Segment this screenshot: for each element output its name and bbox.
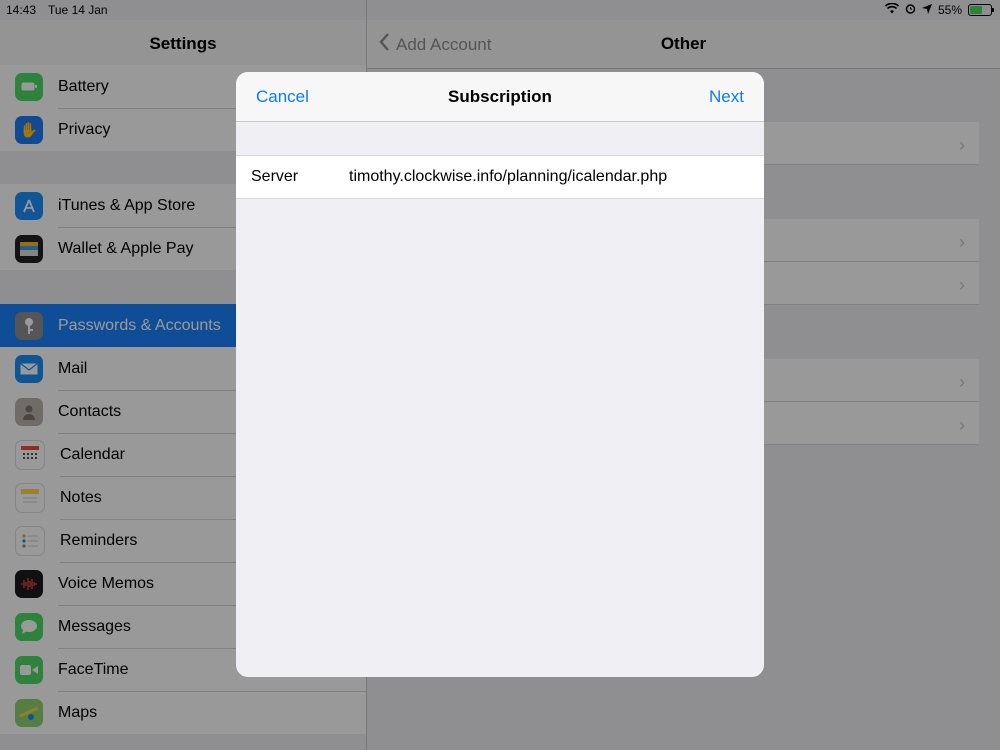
next-button[interactable]: Next <box>709 87 744 107</box>
subscription-sheet: Cancel Subscription Next Server timothy.… <box>236 72 764 677</box>
sheet-header: Cancel Subscription Next <box>236 72 764 122</box>
server-label: Server <box>251 168 299 185</box>
server-input[interactable]: timothy.clockwise.info/planning/icalenda… <box>349 168 667 186</box>
sheet-title: Subscription <box>448 87 552 106</box>
server-field-row[interactable]: Server timothy.clockwise.info/planning/i… <box>236 155 764 199</box>
